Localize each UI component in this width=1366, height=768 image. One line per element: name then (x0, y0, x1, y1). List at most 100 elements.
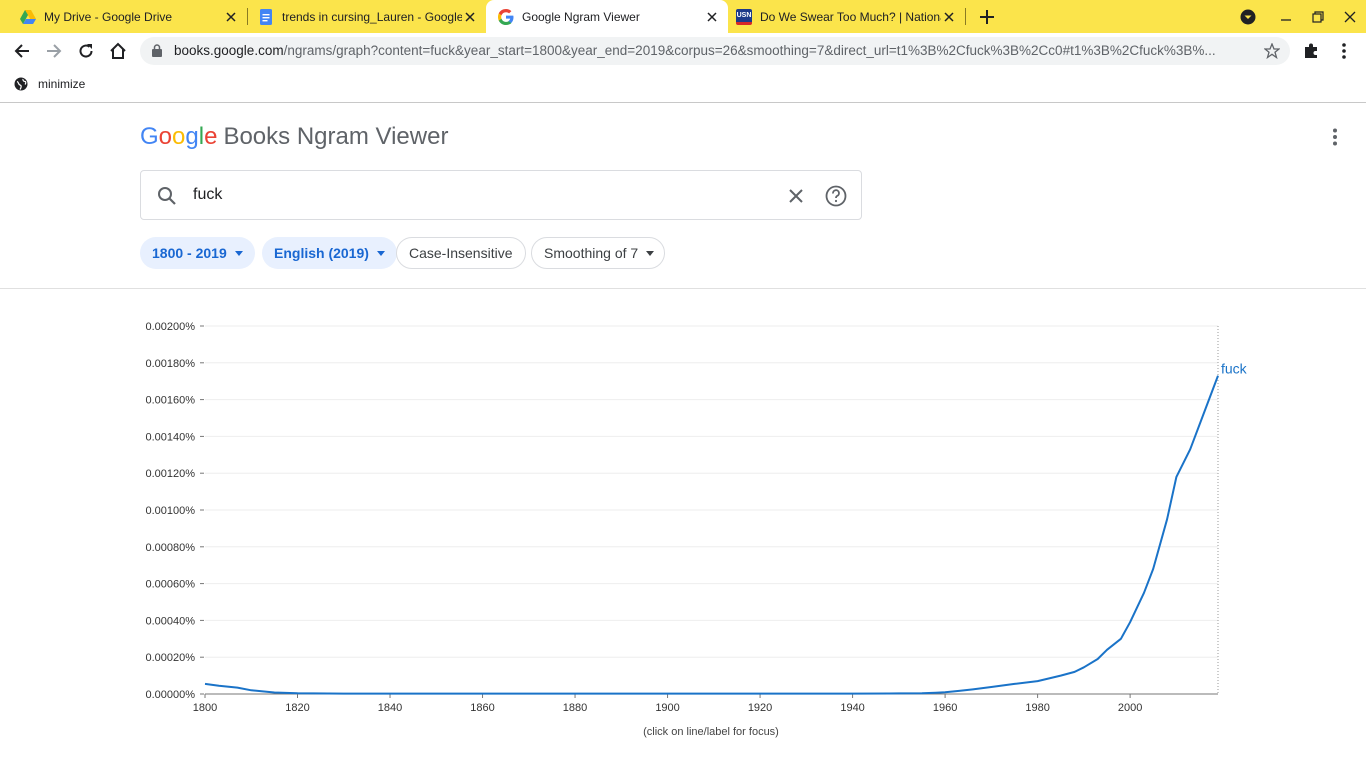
close-window-button[interactable] (1338, 0, 1362, 33)
tab-search-button[interactable] (1236, 0, 1260, 33)
extensions-button[interactable] (1298, 37, 1326, 65)
x-tick-label: 1800 (193, 702, 217, 714)
new-tab-button[interactable] (975, 0, 999, 33)
home-button[interactable] (104, 37, 132, 65)
x-tick-label: 1960 (933, 702, 957, 714)
tab-my-drive[interactable]: My Drive - Google Drive (0, 0, 247, 33)
kebab-menu-icon (1333, 128, 1337, 146)
x-tick-label: 1900 (655, 702, 679, 714)
usn-icon: USN (736, 8, 752, 25)
google-g-icon (498, 8, 514, 25)
y-tick-label: 0.00080% (145, 542, 195, 554)
bookmark-star-icon[interactable] (1264, 43, 1280, 59)
case-insensitive-chip[interactable]: Case-Insensitive (396, 237, 526, 269)
y-tick-label: 0.00120% (145, 468, 195, 480)
puzzle-icon (1305, 43, 1317, 58)
browser-menu-button[interactable] (1330, 37, 1358, 65)
help-button[interactable] (825, 185, 847, 207)
chip-label: Smoothing of 7 (544, 245, 639, 261)
y-tick-label: 0.00200% (145, 321, 195, 333)
minimize-window-button[interactable] (1274, 0, 1298, 33)
y-tick-label: 0.00060% (145, 579, 195, 591)
series-line-fuck (204, 375, 1219, 695)
tab-title: My Drive - Google Drive (44, 9, 173, 24)
arrow-right-icon (47, 44, 62, 58)
chip-label: English (2019) (274, 245, 369, 261)
chevron-down-circle-icon (1240, 9, 1256, 24)
caret-down-icon (646, 250, 655, 256)
x-tick-label: 1840 (378, 702, 402, 714)
url-text: books.google.com/ngrams/graph?content=fu… (174, 43, 1254, 58)
x-tick-label: 1980 (1025, 702, 1049, 714)
search-icon (158, 187, 176, 205)
x-tick-label: 1920 (748, 702, 772, 714)
tab-title: Google Ngram Viewer (522, 9, 640, 24)
reload-icon (79, 44, 93, 58)
home-icon (110, 42, 126, 59)
tab-title: Do We Swear Too Much? | National (760, 9, 941, 24)
bookmark-label: minimize (38, 77, 86, 91)
x-tick-label: 1860 (470, 702, 494, 714)
reload-button[interactable] (72, 37, 100, 65)
restore-icon (1312, 10, 1324, 23)
chip-label: Case-Insensitive (409, 245, 513, 261)
restore-window-button[interactable] (1306, 0, 1330, 33)
close-icon (789, 189, 803, 203)
kebab-menu-icon (1342, 43, 1346, 59)
url-host: books.google.com (174, 43, 284, 58)
tab-strip: My Drive - Google Drive trends in cursin… (0, 0, 1366, 33)
google-docs-icon (260, 8, 272, 25)
ngram-logo[interactable]: Google Books Ngram Viewer (140, 123, 448, 151)
corpus-chip[interactable]: English (2019) (262, 237, 397, 269)
x-tick-label: 1880 (563, 702, 587, 714)
clear-search-button[interactable] (785, 185, 807, 207)
search-box (140, 170, 862, 220)
close-icon[interactable] (223, 9, 239, 25)
y-tick-label: 0.00000% (145, 689, 195, 701)
close-icon[interactable] (941, 9, 957, 25)
bookmarks-bar: minimize (0, 70, 1366, 103)
close-icon[interactable] (462, 9, 478, 25)
url-path: /ngrams/graph?content=fuck&year_start=18… (283, 43, 1216, 58)
minimize-icon (1281, 18, 1291, 21)
caret-down-icon (376, 250, 385, 256)
series-label[interactable]: fuck (1221, 361, 1248, 377)
google-logo: Google (140, 123, 218, 150)
x-tick-label: 1940 (840, 702, 864, 714)
year-range-chip[interactable]: 1800 - 2019 (140, 237, 255, 269)
x-tick-label: 1820 (285, 702, 309, 714)
plus-icon (980, 9, 994, 24)
tab-google-docs[interactable]: trends in cursing_Lauren - Google Docs (238, 0, 486, 33)
tab-title: trends in cursing_Lauren - Google Docs (282, 9, 462, 24)
close-icon (1344, 11, 1356, 22)
y-tick-label: 0.00100% (145, 505, 195, 517)
more-options-button[interactable] (1325, 125, 1345, 149)
chip-label: 1800 - 2019 (152, 245, 227, 261)
y-tick-label: 0.00160% (145, 395, 195, 407)
ngram-chart: 0.00000% 0.00020% 0.00040% 0.00060% 0.00080%… (0, 289, 1366, 768)
lock-icon (152, 44, 162, 57)
bookmark-minimize[interactable]: minimize (14, 77, 85, 91)
globe-icon (14, 77, 28, 91)
y-tick-label: 0.00180% (145, 358, 195, 370)
logo-title: Books Ngram Viewer (223, 123, 449, 150)
google-drive-icon (20, 9, 36, 24)
caret-down-icon (234, 250, 243, 256)
chart-hint: (click on line/label for focus) (643, 726, 779, 738)
ngram-page: GoogleBooks Ngram Viewer 1800 - 2019 Eng… (0, 103, 1366, 768)
tab-ngram-viewer[interactable]: Google Ngram Viewer (486, 0, 728, 33)
forward-button[interactable] (40, 37, 68, 65)
address-bar[interactable]: books.google.com/ngrams/graph?content=fu… (140, 37, 1290, 65)
y-tick-label: 0.00020% (145, 652, 195, 664)
arrow-left-icon (14, 44, 29, 58)
x-tick-label: 2000 (1118, 702, 1142, 714)
help-icon (825, 185, 847, 207)
y-tick-label: 0.00040% (145, 615, 195, 627)
tab-separator (965, 8, 966, 25)
y-tick-label: 0.00140% (145, 431, 195, 443)
back-button[interactable] (8, 37, 36, 65)
ngram-chart-svg: 0.00000% 0.00020% 0.00040% 0.00060% 0.00080%… (145, 321, 1248, 714)
tab-usn-article[interactable]: USN Do We Swear Too Much? | National (716, 0, 965, 33)
smoothing-chip[interactable]: Smoothing of 7 (531, 237, 666, 269)
search-input[interactable] (193, 184, 753, 206)
